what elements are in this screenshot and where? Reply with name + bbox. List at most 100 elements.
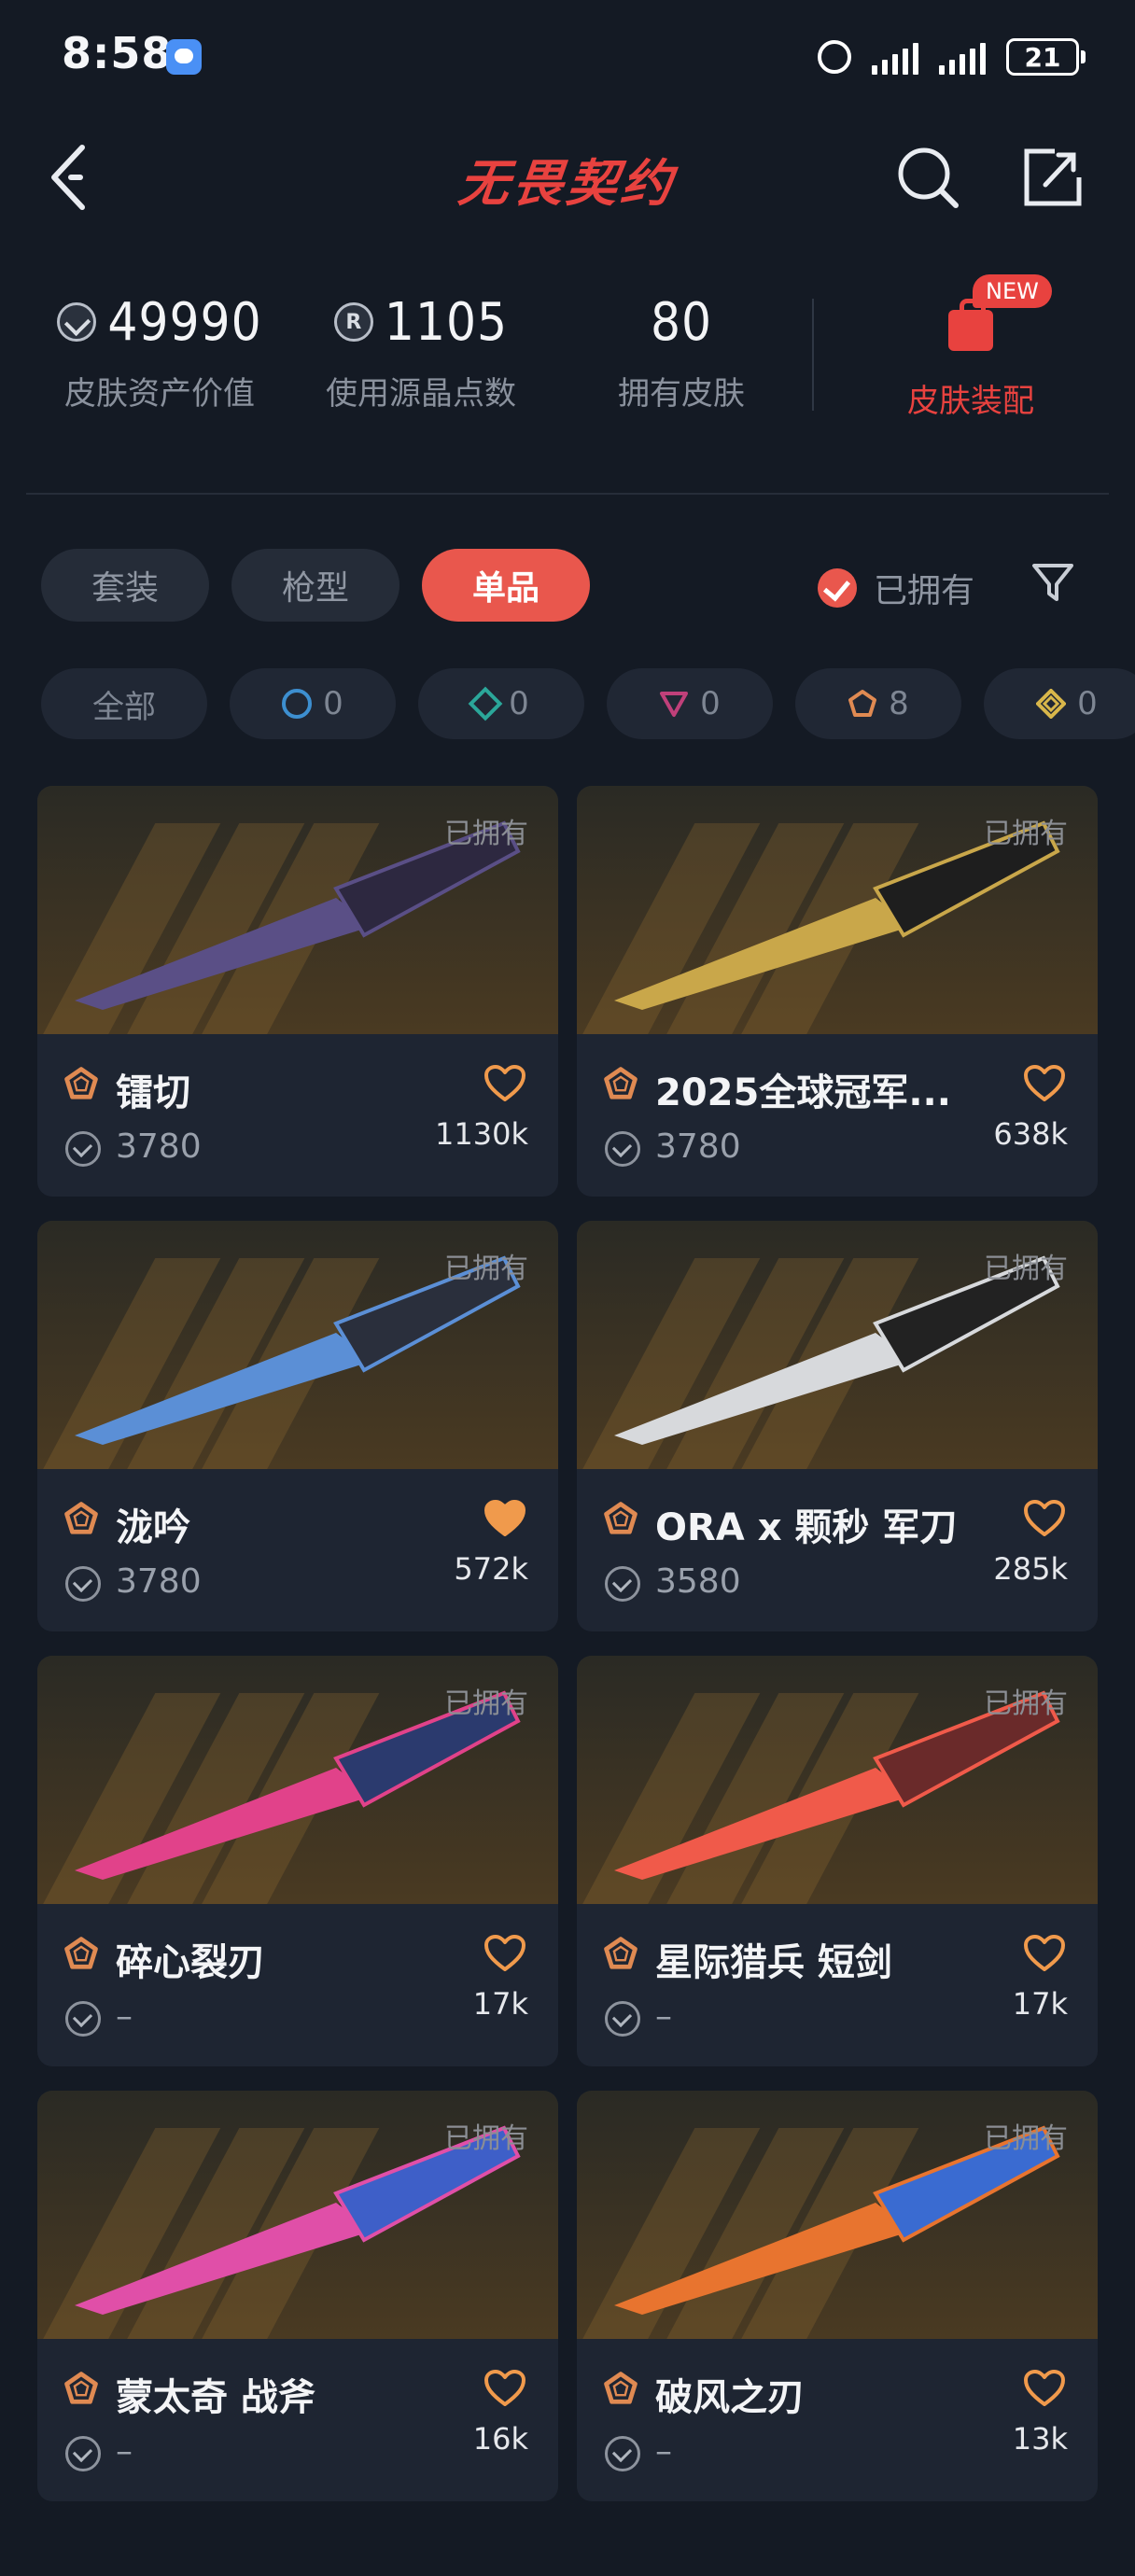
favorite-heart-icon[interactable] bbox=[483, 2369, 526, 2408]
exclusive-tier-icon bbox=[64, 1937, 98, 1969]
message-app-icon bbox=[166, 39, 202, 75]
vp-icon bbox=[605, 2001, 640, 2037]
skin-name: 镭切 bbox=[116, 1071, 190, 1114]
vp-icon bbox=[65, 2001, 101, 2037]
skin-card[interactable]: 已拥有 星际猎兵 短剑 – 17k bbox=[577, 1656, 1098, 2066]
skin-card[interactable]: 已拥有 蒙太奇 战斧 – 16k bbox=[37, 2091, 558, 2501]
vp-icon bbox=[605, 1566, 640, 1602]
skin-card[interactable]: 已拥有 镭切 3780 1130k bbox=[37, 786, 558, 1197]
premium-tier-icon bbox=[659, 689, 689, 719]
owned-tag: 已拥有 bbox=[444, 2122, 528, 2155]
app-header: 无畏契约 bbox=[0, 131, 1135, 224]
skin-name: 2025全球冠军... bbox=[655, 1071, 951, 1114]
divider bbox=[26, 493, 1109, 495]
skin-image: 已拥有 bbox=[37, 1221, 558, 1469]
skin-card[interactable]: 已拥有 ORA x 颗秒 军刀 3580 285k bbox=[577, 1221, 1098, 1631]
like-count: 17k bbox=[472, 1986, 528, 2022]
chip-premium-tier[interactable]: 0 bbox=[607, 668, 773, 739]
skin-image: 已拥有 bbox=[577, 1656, 1098, 1904]
category-tabs: 套装 枪型 单品 bbox=[41, 549, 590, 622]
favorite-heart-icon[interactable] bbox=[1023, 2369, 1066, 2408]
favorite-heart-icon[interactable] bbox=[1023, 1499, 1066, 1538]
status-bar: 8:58 21 bbox=[0, 0, 1135, 112]
exclusive-tier-icon bbox=[604, 1502, 638, 1534]
skin-image: 已拥有 bbox=[577, 1221, 1098, 1469]
exclusive-tier-icon bbox=[64, 2372, 98, 2404]
skin-price: 3780 bbox=[116, 1127, 202, 1166]
tier-filter-chips: 全部 0 0 0 8 0 bbox=[41, 668, 1135, 739]
tab-bundles[interactable]: 套装 bbox=[41, 549, 209, 622]
skin-card[interactable]: 已拥有 碎心裂刃 – 17k bbox=[37, 1656, 558, 2066]
chip-all[interactable]: 全部 bbox=[41, 668, 207, 739]
battery-icon: 21 bbox=[1006, 38, 1086, 76]
owned-tag: 已拥有 bbox=[444, 1687, 528, 1720]
favorite-heart-icon[interactable] bbox=[1023, 1934, 1066, 1973]
owned-tag: 已拥有 bbox=[444, 1253, 528, 1285]
share-button[interactable] bbox=[1017, 142, 1088, 213]
tab-weapon-type[interactable]: 枪型 bbox=[231, 549, 399, 622]
blade-shape bbox=[75, 898, 373, 1010]
blade-shape bbox=[614, 898, 913, 1010]
select-tier-icon bbox=[282, 689, 313, 719]
vp-icon bbox=[65, 1131, 101, 1167]
exclusive-tier-icon bbox=[604, 2372, 638, 2404]
skin-price: 3780 bbox=[116, 1562, 202, 1601]
favorite-heart-icon[interactable] bbox=[1023, 1064, 1066, 1103]
stat-owned-skins: 80 拥有皮肤 bbox=[618, 291, 745, 413]
tab-single-items[interactable]: 单品 bbox=[422, 549, 590, 622]
skin-image: 已拥有 bbox=[37, 786, 558, 1034]
owned-tag: 已拥有 bbox=[984, 818, 1068, 850]
skin-image: 已拥有 bbox=[37, 2091, 558, 2339]
skin-price: – bbox=[116, 2432, 133, 2471]
vp-icon bbox=[605, 2436, 640, 2471]
skin-name: 星际猎兵 短剑 bbox=[655, 1941, 892, 1984]
favorite-heart-icon[interactable] bbox=[483, 1934, 526, 1973]
vp-icon bbox=[65, 1566, 101, 1602]
filter-icon bbox=[1032, 564, 1073, 601]
radianite-icon: R bbox=[333, 302, 373, 342]
skin-price: – bbox=[655, 2432, 672, 2471]
skin-image: 已拥有 bbox=[577, 2091, 1098, 2339]
like-count: 13k bbox=[1012, 2421, 1068, 2457]
skin-price: – bbox=[116, 1997, 133, 2036]
search-button[interactable] bbox=[892, 142, 963, 213]
exclusive-tier-icon bbox=[64, 1502, 98, 1534]
bag-icon bbox=[948, 299, 993, 351]
signal-icon bbox=[872, 39, 918, 75]
like-count: 285k bbox=[993, 1551, 1068, 1587]
deluxe-tier-icon bbox=[468, 686, 503, 721]
like-count: 572k bbox=[454, 1551, 528, 1587]
system-icons: 21 bbox=[818, 34, 1086, 80]
skin-card[interactable]: 已拥有 破风之刃 – 13k bbox=[577, 2091, 1098, 2501]
blade-shape bbox=[75, 2203, 373, 2315]
search-icon bbox=[898, 147, 959, 208]
vp-icon bbox=[605, 1131, 640, 1167]
signal-icon-2 bbox=[939, 39, 986, 75]
owned-tag: 已拥有 bbox=[444, 818, 528, 850]
chip-ultra-tier[interactable]: 0 bbox=[984, 668, 1135, 739]
chip-deluxe-tier[interactable]: 0 bbox=[418, 668, 584, 739]
favorite-heart-icon[interactable] bbox=[483, 1499, 526, 1538]
skin-loadout-button[interactable]: 皮肤装配 bbox=[868, 289, 1073, 421]
skin-price: 3580 bbox=[655, 1562, 741, 1601]
skin-price: – bbox=[655, 1997, 672, 2036]
chip-exclusive-tier[interactable]: 8 bbox=[795, 668, 961, 739]
skin-image: 已拥有 bbox=[37, 1656, 558, 1904]
checkbox-checked-icon bbox=[818, 568, 857, 608]
filter-button[interactable] bbox=[1030, 560, 1075, 605]
skin-image: 已拥有 bbox=[577, 786, 1098, 1034]
favorite-heart-icon[interactable] bbox=[483, 1064, 526, 1103]
exclusive-tier-icon bbox=[848, 689, 877, 719]
blade-shape bbox=[614, 1333, 913, 1445]
exclusive-tier-icon bbox=[64, 1067, 98, 1099]
skin-name: 破风之刃 bbox=[655, 2376, 805, 2419]
like-count: 638k bbox=[993, 1116, 1068, 1152]
share-icon bbox=[1024, 148, 1082, 206]
skin-card[interactable]: 已拥有 泷吟 3780 572k bbox=[37, 1221, 558, 1631]
chip-select-tier[interactable]: 0 bbox=[230, 668, 396, 739]
blade-shape bbox=[75, 1768, 373, 1880]
owned-filter-toggle[interactable]: 已拥有 bbox=[818, 564, 974, 612]
skin-card[interactable]: 已拥有 2025全球冠军... 3780 638k bbox=[577, 786, 1098, 1197]
exclusive-tier-icon bbox=[604, 1937, 638, 1969]
ultra-tier-icon bbox=[1036, 689, 1067, 719]
